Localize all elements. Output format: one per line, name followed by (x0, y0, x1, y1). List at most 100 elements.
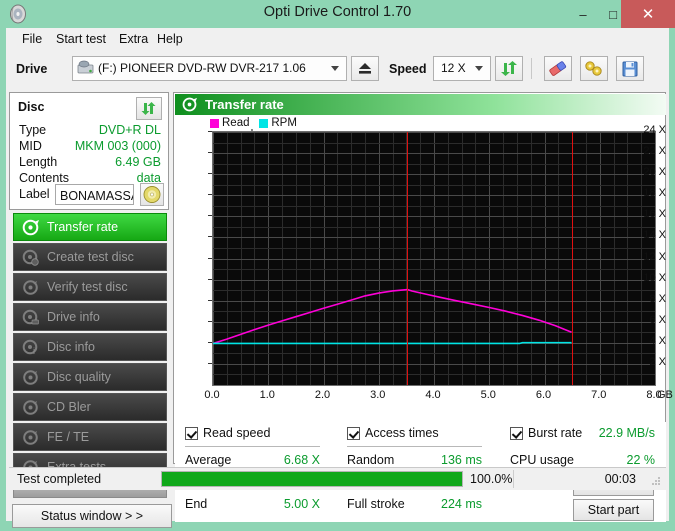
legend-label-rpm: RPM (271, 117, 297, 129)
access-times-value-random: 136 ms (397, 453, 482, 467)
close-button[interactable]: ✕ (621, 0, 675, 28)
title-bar: Opti Drive Control 1.70 – □ ✕ (0, 0, 675, 28)
chart-series-rpm (213, 343, 572, 344)
fe-te-icon (22, 429, 39, 446)
disc-key-length: Length (19, 155, 57, 169)
status-text: Test completed (17, 472, 101, 486)
read-speed-value-average: 6.68 X (235, 453, 320, 467)
drive-value: (F:) PIONEER DVD-RW DVR-217 1.06 (98, 61, 306, 75)
y-axis-tick-label: 16 X (632, 208, 666, 220)
y-axis-tick (208, 342, 212, 343)
legend-swatch-rpm (259, 119, 268, 128)
client-area: File Start test Extra Help Drive (F:) PI… (6, 28, 669, 521)
status-divider (513, 470, 514, 488)
minimize-button[interactable]: – (568, 0, 598, 28)
x-axis-tick-label: 4.0 (417, 389, 449, 401)
toolbar-separator (531, 58, 532, 79)
disc-refresh-button[interactable] (136, 97, 162, 120)
minimize-icon: – (568, 0, 598, 28)
y-axis-tick (208, 215, 212, 216)
nav-list: Transfer rate Create test disc (13, 213, 167, 483)
start-part-button[interactable]: Start part (573, 499, 654, 521)
access-times-key-full-stroke: Full stroke (347, 497, 405, 511)
disc-key-type: Type (19, 123, 46, 137)
eject-button[interactable] (351, 56, 379, 81)
disc-key-label: Label (19, 187, 50, 201)
x-axis-tick-label: 2.0 (307, 389, 339, 401)
menu-file[interactable]: File (16, 31, 48, 47)
cd-bler-icon (22, 399, 39, 416)
sidebar-item-label: Drive info (47, 310, 100, 324)
drive-select[interactable]: (F:) PIONEER DVD-RW DVR-217 1.06 (72, 56, 347, 81)
burst-rate-checkbox[interactable] (510, 427, 523, 440)
floppy-save-icon (617, 57, 643, 80)
sidebar-item-transfer-rate[interactable]: Transfer rate (13, 213, 167, 241)
read-speed-key-average: Average (185, 453, 231, 467)
y-axis-tick (208, 194, 212, 195)
y-axis-tick-label: 2 X (632, 356, 666, 368)
read-speed-checkbox[interactable] (185, 427, 198, 440)
erase-button[interactable] (544, 56, 572, 81)
disc-value-type: DVD+R DL (99, 123, 161, 137)
read-speed-value-end: 5.00 X (235, 497, 320, 511)
chart-series-read-speed (213, 290, 572, 344)
disc-value-length: 6.49 GB (115, 155, 161, 169)
access-times-rule (347, 446, 482, 447)
status-window-button[interactable]: Status window > > (12, 504, 172, 528)
y-axis-tick (208, 321, 212, 322)
sidebar-item-verify-test-disc[interactable]: Verify test disc (13, 273, 167, 301)
sidebar-item-fe-te[interactable]: FE / TE (13, 423, 167, 451)
access-times-value-full-stroke: 224 ms (397, 497, 482, 511)
resize-grip[interactable] (650, 475, 662, 487)
x-axis-tick-label: 0.0 (196, 389, 228, 401)
speed-value: 12 X (441, 61, 466, 75)
speed-select[interactable]: 12 X (433, 56, 491, 81)
sidebar-item-label: FE / TE (47, 430, 89, 444)
eraser-icon (545, 57, 571, 80)
drive-toolbar: Drive (F:) PIONEER DVD-RW DVR-217 1.06 (6, 50, 669, 90)
progress-percent-label: 100.0% (470, 472, 512, 486)
y-axis-tick-label: 14 X (632, 229, 666, 241)
application-window: Opti Drive Control 1.70 – □ ✕ File Start… (0, 0, 675, 531)
sidebar-item-disc-info[interactable]: i Disc info (13, 333, 167, 361)
disc-label-button[interactable] (140, 183, 164, 206)
chart-series-layer (213, 132, 655, 385)
sidebar-item-label: Verify test disc (47, 280, 128, 294)
menu-extra[interactable]: Extra (113, 31, 154, 47)
y-axis-tick-label: 8 X (632, 293, 666, 305)
refresh-button[interactable] (495, 56, 523, 81)
elapsed-time-label: 00:03 (605, 472, 636, 486)
cpu-usage-value: 22 % (573, 453, 655, 467)
sidebar-item-label: Disc quality (47, 370, 111, 384)
y-axis-tick (208, 236, 212, 237)
tools-button[interactable] (580, 56, 608, 81)
y-axis-tick (208, 258, 212, 259)
sidebar-item-disc-quality[interactable]: Disc quality (13, 363, 167, 391)
y-axis-tick (208, 363, 212, 364)
menu-start-test[interactable]: Start test (50, 31, 112, 47)
read-speed-key-end: End (185, 497, 207, 511)
close-icon: ✕ (621, 0, 675, 28)
tools-icon (581, 57, 607, 80)
disc-scan-icon (22, 219, 39, 236)
disc-key-contents: Contents (19, 171, 69, 185)
menu-help[interactable]: Help (151, 31, 189, 47)
save-button[interactable] (616, 56, 644, 81)
access-times-checkbox[interactable] (347, 427, 360, 440)
sidebar-item-drive-info[interactable]: Drive info (13, 303, 167, 331)
sidebar-item-cd-bler[interactable]: CD Bler (13, 393, 167, 421)
y-axis-tick (208, 173, 212, 174)
chart-plot[interactable] (212, 131, 656, 386)
burst-rate-value: 22.9 MB/s (573, 426, 655, 440)
disc-verify-icon (22, 279, 39, 296)
disc-label-input[interactable] (55, 184, 134, 205)
y-axis-tick-label: 12 X (632, 251, 666, 263)
y-axis-tick (208, 279, 212, 280)
sidebar-item-label: Transfer rate (47, 220, 118, 234)
sidebar-item-create-test-disc[interactable]: Create test disc (13, 243, 167, 271)
read-speed-rule (185, 446, 320, 447)
cpu-usage-key: CPU usage (510, 453, 574, 467)
chart-area: GB 2 X4 X6 X8 X10 X12 X14 X16 X18 X20 X2… (175, 131, 666, 421)
status-bar: Test completed 100.0% 00:03 (9, 467, 666, 490)
speed-label: Speed (389, 62, 427, 76)
